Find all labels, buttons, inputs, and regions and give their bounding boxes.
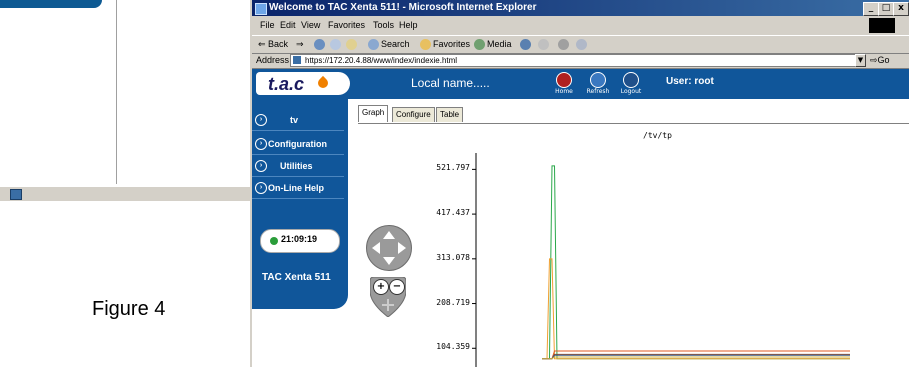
menu-help[interactable]: Help — [399, 17, 418, 34]
menu-view[interactable]: View — [301, 17, 320, 34]
ie-icon — [255, 3, 267, 15]
y-tick-label: 417.437 — [436, 208, 470, 218]
address-bar: Address https://172.20.4.88/www/index/in… — [252, 53, 909, 69]
y-tick-label: 521.797 — [436, 163, 470, 173]
background-status-bar — [0, 186, 250, 201]
background-window — [0, 0, 251, 186]
background-pane — [8, 0, 117, 184]
home-icon[interactable] — [346, 39, 357, 50]
figure-caption: Figure 4 — [92, 298, 166, 320]
history-icon[interactable] — [520, 39, 531, 50]
media-icon — [474, 39, 485, 50]
title-bar[interactable]: Welcome to TAC Xenta 511! - Microsoft In… — [252, 0, 909, 16]
print-icon[interactable] — [558, 39, 569, 50]
y-tick-label: 104.359 — [436, 342, 470, 352]
mail-icon[interactable] — [538, 39, 549, 50]
window-title: Welcome to TAC Xenta 511! - Microsoft In… — [269, 2, 537, 13]
favorites-button[interactable]: Favorites — [433, 36, 470, 53]
y-tick-label: 313.078 — [436, 252, 470, 262]
menu-edit[interactable]: Edit — [280, 17, 296, 34]
close-button[interactable]: x — [893, 2, 909, 16]
forward-button[interactable]: ⇒ — [296, 36, 304, 53]
media-button[interactable]: Media — [487, 36, 512, 53]
windows-logo-icon — [869, 18, 895, 33]
refresh-icon[interactable] — [330, 39, 341, 50]
address-dropdown-icon[interactable]: ▼ — [855, 54, 866, 67]
series-line-1 — [542, 258, 850, 360]
search-button[interactable]: Search — [381, 36, 410, 53]
address-input[interactable]: https://172.20.4.88/www/index/indexie.ht… — [290, 54, 866, 67]
menu-tools[interactable]: Tools — [373, 17, 394, 34]
back-button[interactable]: Back — [268, 36, 288, 53]
page-icon — [293, 56, 301, 64]
address-url: https://172.20.4.88/www/index/indexie.ht… — [305, 56, 458, 65]
search-icon — [368, 39, 379, 50]
stop-icon[interactable] — [314, 39, 325, 50]
menu-file[interactable]: File — [260, 17, 275, 34]
web-page: t.a.c Local name..... Home Refresh Logou… — [252, 69, 909, 367]
favorites-icon — [420, 39, 431, 50]
go-label: Go — [877, 55, 890, 65]
address-label: Address — [256, 55, 290, 65]
menu-favorites[interactable]: Favorites — [328, 17, 365, 34]
minimize-button[interactable]: _ — [863, 2, 879, 16]
browser-window: Welcome to TAC Xenta 511! - Microsoft In… — [250, 0, 909, 367]
maximize-button[interactable]: □ — [878, 2, 894, 16]
edit-icon[interactable] — [576, 39, 587, 50]
chart — [472, 153, 850, 367]
go-button[interactable]: ⇨Go — [870, 53, 890, 68]
back-arrow-icon[interactable]: ⇐ — [258, 36, 266, 53]
series-line-0 — [542, 165, 850, 360]
menu-bar: File Edit View Favorites Tools Help — [252, 17, 909, 34]
page-icon — [10, 189, 22, 200]
toolbar: ⇐ Back ⇒ Search Favorites Media — [252, 35, 909, 54]
y-tick-label: 208.719 — [436, 297, 470, 307]
